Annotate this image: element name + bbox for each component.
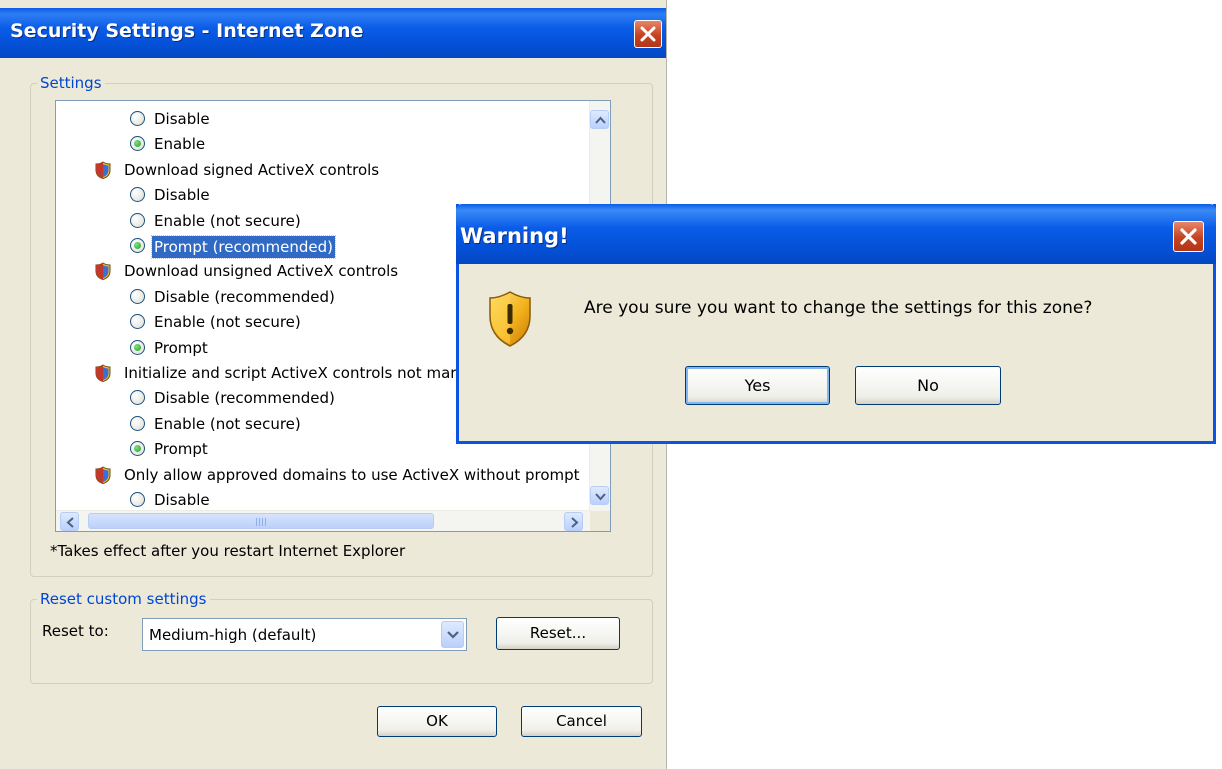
scrollbar-corner — [590, 511, 610, 531]
option-label: Disable (recommended) — [154, 389, 335, 408]
radio-button[interactable] — [130, 288, 145, 304]
chevron-left-icon — [66, 517, 74, 528]
chevron-down-icon — [447, 631, 459, 639]
window-title: Security Settings - Internet Zone — [10, 20, 364, 42]
horizontal-scrollbar[interactable] — [56, 510, 591, 531]
settings-option[interactable]: Enable — [56, 132, 591, 157]
horizontal-scroll-thumb[interactable] — [88, 513, 434, 529]
option-label: Enable — [154, 135, 206, 154]
option-label: Disable — [154, 110, 210, 128]
radio-button-checked[interactable] — [130, 441, 145, 457]
option-label: Prompt — [154, 440, 208, 459]
settings-option[interactable]: Disable — [56, 488, 591, 512]
close-icon — [1180, 228, 1197, 245]
option-label: Disable — [154, 491, 210, 509]
option-label: Prompt (recommended) — [150, 235, 337, 259]
option-label: Enable (not secure) — [154, 211, 301, 230]
radio-button[interactable] — [130, 415, 145, 431]
settings-option[interactable]: Disable — [56, 107, 591, 132]
category-label: Initialize and script ActiveX controls n… — [124, 364, 457, 382]
reset-to-label: Reset to: — [42, 622, 109, 640]
security-shield-icon — [95, 161, 111, 179]
close-icon — [640, 26, 656, 42]
radio-button[interactable] — [130, 390, 145, 406]
category-label: Download signed ActiveX controls — [124, 160, 380, 179]
chevron-down-icon — [595, 493, 606, 501]
scroll-down-button[interactable] — [590, 486, 609, 505]
close-button[interactable] — [634, 20, 662, 48]
radio-button[interactable] — [130, 314, 145, 330]
chevron-up-icon — [595, 116, 606, 124]
scroll-grip — [256, 518, 268, 526]
scroll-left-button[interactable] — [60, 512, 79, 531]
warning-message: Are you sure you want to change the sett… — [584, 298, 1093, 318]
warning-dialog: Warning! Are you sure you want to change… — [456, 204, 1216, 444]
option-label: Disable — [154, 186, 210, 205]
reset-level-value: Medium-high (default) — [149, 626, 317, 644]
category-label: Only allow approved domains to use Activ… — [124, 465, 580, 484]
dropdown-button[interactable] — [441, 621, 464, 648]
no-button[interactable]: No — [855, 366, 1001, 405]
warning-title: Warning! — [460, 224, 569, 248]
option-label: Prompt — [154, 338, 208, 357]
radio-button[interactable] — [130, 111, 145, 126]
scroll-up-button[interactable] — [590, 110, 609, 129]
restart-note: *Takes effect after you restart Internet… — [50, 542, 406, 560]
reset-button[interactable]: Reset... — [496, 617, 620, 650]
radio-button-checked[interactable] — [130, 136, 145, 152]
security-shield-icon — [95, 465, 111, 484]
category-label: Download unsigned ActiveX controls — [124, 262, 399, 281]
yes-button[interactable]: Yes — [685, 366, 830, 405]
settings-category: Download signed ActiveX controls — [56, 158, 591, 183]
cancel-button[interactable]: Cancel — [521, 706, 642, 737]
radio-button[interactable] — [130, 187, 145, 203]
option-label: Disable (recommended) — [154, 287, 335, 306]
security-settings-titlebar[interactable]: Security Settings - Internet Zone — [0, 8, 666, 58]
warning-close-button[interactable] — [1173, 221, 1204, 252]
option-label: Enable (not secure) — [154, 414, 301, 433]
reset-group-label: Reset custom settings — [37, 590, 210, 608]
security-shield-icon — [95, 364, 111, 382]
radio-button[interactable] — [130, 492, 145, 507]
settings-category: Only allow approved domains to use Activ… — [56, 463, 591, 488]
scroll-right-button[interactable] — [564, 512, 583, 531]
chevron-right-icon — [571, 517, 579, 528]
reset-level-dropdown[interactable]: Medium-high (default) — [142, 618, 467, 651]
warning-titlebar[interactable]: Warning! — [456, 204, 1216, 264]
warning-shield-icon — [489, 291, 531, 347]
radio-button[interactable] — [130, 212, 145, 228]
radio-button-checked[interactable] — [130, 238, 145, 253]
radio-button-checked[interactable] — [130, 339, 145, 355]
option-label: Enable (not secure) — [154, 313, 301, 332]
ok-button[interactable]: OK — [377, 706, 497, 737]
security-shield-icon — [95, 262, 111, 281]
settings-group-label: Settings — [37, 74, 105, 92]
